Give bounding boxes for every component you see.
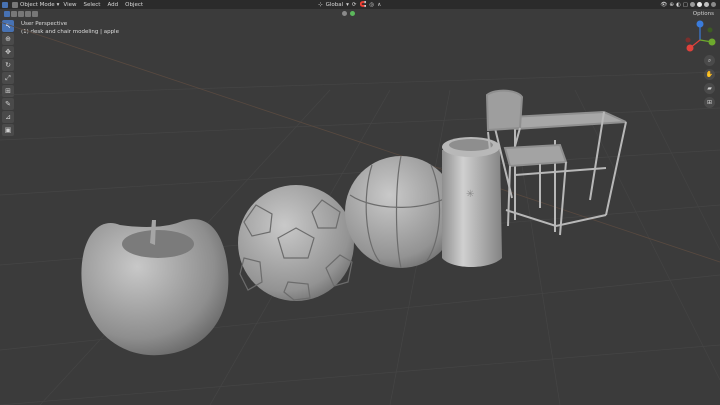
navigation-buttons: ⌕ ✋ ▰ ⊞: [704, 55, 715, 108]
material-shading-icon[interactable]: [704, 2, 709, 7]
desk-and-chair-mesh[interactable]: [485, 89, 627, 236]
menu-add[interactable]: Add: [107, 2, 118, 8]
options-dropdown[interactable]: Options: [693, 11, 714, 17]
rendered-shading-icon[interactable]: [711, 2, 716, 7]
viewport-gizmo-icon[interactable]: [350, 11, 355, 16]
chevron-down-icon: ▾: [56, 1, 60, 8]
snap-icon[interactable]: 🧲: [360, 2, 367, 8]
mode-selector[interactable]: Object Mode ▾: [12, 1, 60, 8]
viewport-header: Object Mode ▾ View Select Add Object ⊹ G…: [0, 0, 720, 9]
soda-can-mesh[interactable]: ✳: [442, 137, 502, 267]
proportional-edit-icon[interactable]: ◎: [369, 2, 374, 8]
menu-select[interactable]: Select: [83, 2, 100, 8]
visibility-icon[interactable]: 👁: [660, 2, 667, 8]
neg-y-handle[interactable]: [707, 27, 713, 33]
pan-hand-icon[interactable]: ✋: [704, 69, 715, 80]
svg-text:✳: ✳: [466, 189, 474, 200]
select-new-icon[interactable]: [4, 10, 10, 17]
sub-header-icons: [342, 9, 355, 18]
3d-viewport-icon: [2, 1, 8, 8]
select-subtract-icon[interactable]: [18, 10, 24, 17]
gizmo-toggle-icon[interactable]: ⊕: [669, 2, 674, 8]
z-axis-handle[interactable]: [696, 20, 704, 28]
select-extend-icon[interactable]: [11, 10, 17, 17]
transform-orientation-dropdown[interactable]: Global: [326, 2, 344, 8]
mode-label: Object Mode: [20, 1, 55, 8]
select-invert-icon[interactable]: [25, 10, 31, 17]
x-axis-handle[interactable]: [686, 44, 694, 52]
navigation-gizmo[interactable]: [684, 18, 716, 54]
falloff-icon[interactable]: ∧: [377, 2, 381, 8]
chevron-down-icon: ▾: [346, 1, 349, 8]
menu-object[interactable]: Object: [125, 2, 143, 8]
editor-type-button[interactable]: [2, 1, 8, 8]
xray-icon[interactable]: ▢: [683, 2, 688, 8]
menu-view[interactable]: View: [63, 2, 76, 8]
y-axis-handle[interactable]: [708, 38, 716, 46]
object-type-icon[interactable]: [342, 11, 347, 16]
3d-viewport[interactable]: ✳: [0, 18, 720, 405]
select-intersect-icon[interactable]: [32, 10, 38, 17]
soccer-ball-mesh[interactable]: [238, 185, 354, 301]
apple-mesh[interactable]: [81, 219, 229, 356]
solid-shading-icon[interactable]: [697, 2, 702, 7]
selection-mode-row: [0, 9, 38, 18]
object-mode-icon: [12, 1, 18, 8]
wireframe-shading-icon[interactable]: [690, 2, 695, 7]
transform-controls: ⊹ Global ▾ ⟳ 🧲 ◎ ∧: [318, 0, 381, 9]
overlays-icon[interactable]: ◐: [676, 2, 681, 8]
pivot-icon[interactable]: ⟳: [352, 2, 357, 8]
zoom-icon[interactable]: ⌕: [704, 55, 715, 66]
camera-icon[interactable]: ▰: [704, 83, 715, 94]
basketball-mesh[interactable]: [345, 155, 457, 269]
orientation-icon: ⊹: [318, 1, 323, 8]
viewport-shading-controls: 👁 ⊕ ◐ ▢: [660, 0, 716, 9]
neg-x-handle[interactable]: [685, 37, 691, 43]
grid-ortho-icon[interactable]: ⊞: [704, 97, 715, 108]
